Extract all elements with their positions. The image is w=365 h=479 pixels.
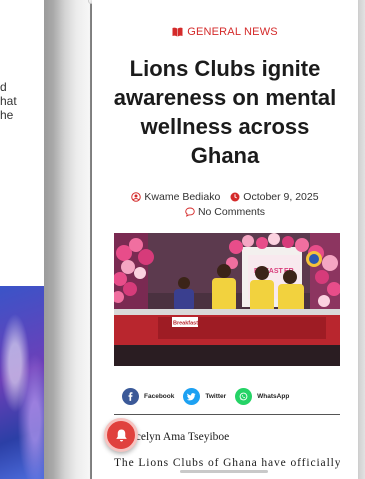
article-body: The Lions Clubs of Ghana have officially: [114, 457, 340, 469]
share-whatsapp-button[interactable]: WhatsApp: [235, 388, 289, 405]
clock-icon: [230, 192, 240, 202]
article-card[interactable]: GENERAL NEWS Lions Clubs ignite awarenes…: [92, 0, 358, 479]
share-twitter-label: Twitter: [205, 393, 227, 400]
background-page: d hat he: [0, 0, 50, 479]
background-text-line: d: [0, 80, 7, 94]
desk-logo: Breakfast: [173, 321, 198, 327]
article-title: Lions Clubs ignite awareness on mental w…: [113, 56, 337, 168]
facebook-icon: [122, 388, 139, 405]
article-image[interactable]: BREAST ER: [114, 233, 340, 366]
background-text-line: he: [0, 108, 14, 122]
date-meta: October 9, 2025: [230, 191, 319, 203]
whatsapp-icon: [235, 388, 253, 405]
twitter-icon: [183, 388, 201, 405]
article-byline: ycelyn Ama Tseyiboe: [130, 431, 230, 443]
notification-bell-button[interactable]: [104, 418, 138, 452]
home-indicator[interactable]: [180, 470, 268, 473]
share-twitter-button[interactable]: Twitter: [183, 388, 226, 405]
article-meta: Kwame Bediako October 9, 2025: [92, 191, 358, 203]
share-whatsapp-label: WhatsApp: [257, 393, 290, 400]
background-text-line: hat: [0, 94, 17, 108]
share-facebook-label: Facebook: [144, 393, 175, 400]
book-icon: [172, 27, 183, 37]
share-buttons: Facebook Twitter WhatsApp: [122, 388, 289, 405]
author-name: Kwame Bediako: [144, 191, 221, 203]
background-text: d hat he: [0, 80, 48, 122]
share-facebook-button[interactable]: Facebook: [122, 388, 174, 405]
user-circle-icon: [131, 192, 142, 202]
author-meta[interactable]: Kwame Bediako: [131, 191, 220, 203]
page-stack-edge-right: [358, 0, 365, 479]
comments-count: No Comments: [197, 206, 266, 218]
comment-icon: [185, 207, 195, 217]
background-image: [0, 286, 50, 479]
studio-scene: BREAST ER: [114, 233, 340, 366]
category-text: GENERAL NEWS: [187, 26, 278, 38]
category-label[interactable]: GENERAL NEWS: [92, 26, 358, 38]
publish-date: October 9, 2025: [243, 191, 319, 203]
content-divider: [114, 414, 340, 415]
comments-link[interactable]: No Comments: [92, 206, 358, 218]
screen: d hat he GENERAL NEWS Lions Clubs ignite…: [0, 0, 365, 479]
bell-icon: [115, 429, 127, 441]
page-stack-shadow: [44, 0, 90, 479]
